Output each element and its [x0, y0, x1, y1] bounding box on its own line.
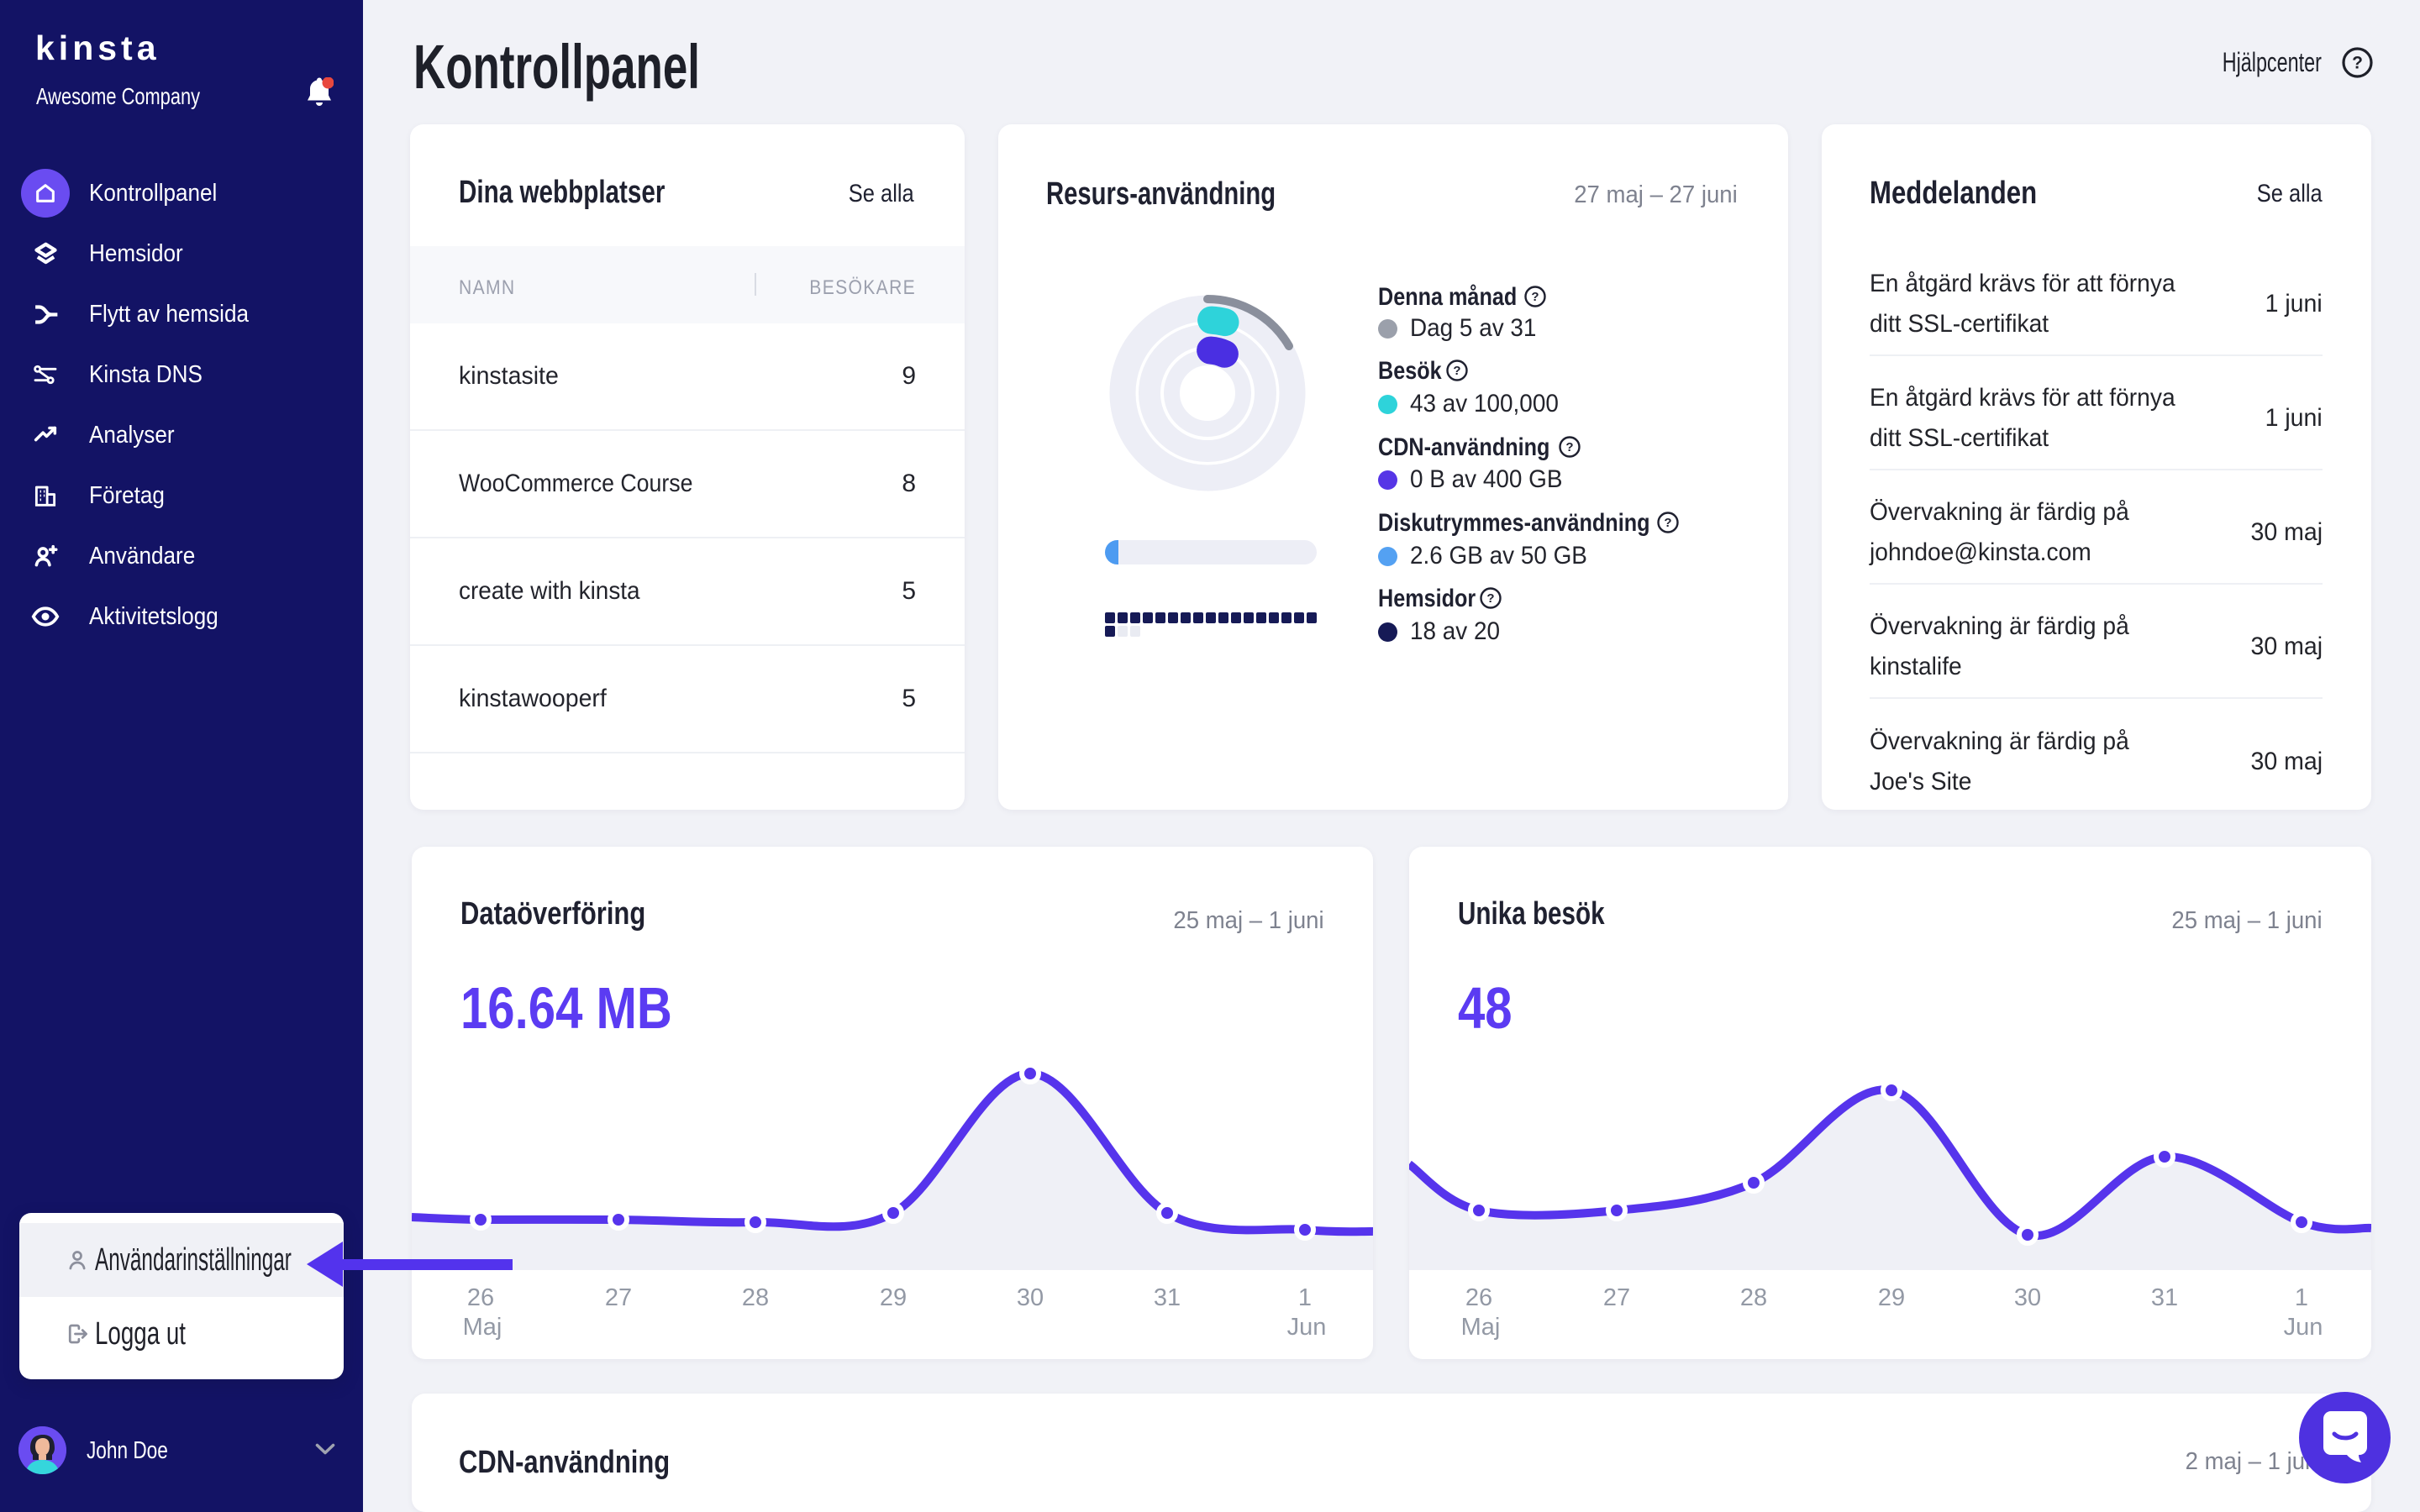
svg-text:?: ? — [1486, 591, 1494, 606]
svg-text:?: ? — [1453, 364, 1460, 378]
svg-text:?: ? — [1664, 516, 1671, 530]
svg-text:?: ? — [2352, 54, 2363, 73]
svg-text:?: ? — [1565, 440, 1573, 454]
svg-text:?: ? — [1531, 290, 1539, 304]
